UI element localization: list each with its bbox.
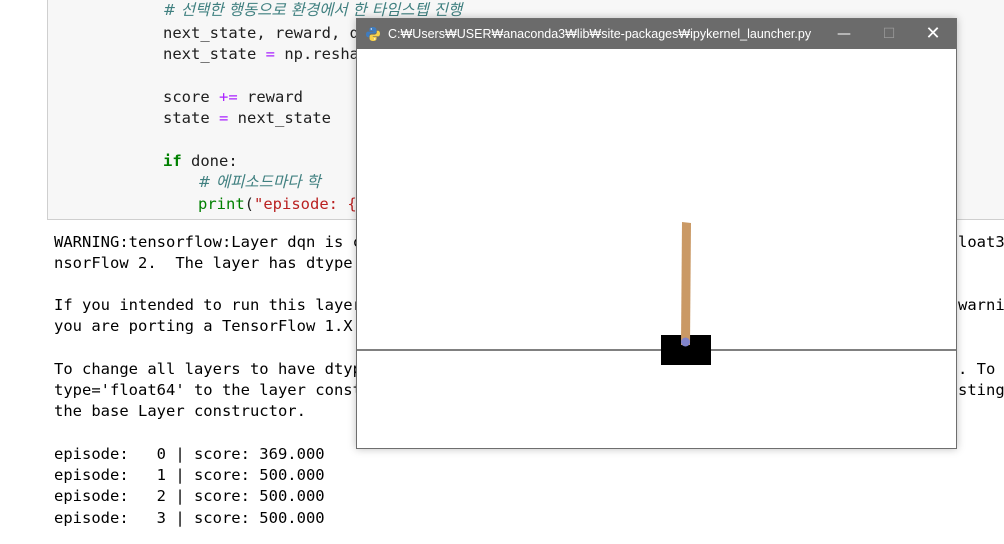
axle (681, 337, 690, 347)
warning-line: the base Layer constructor. (54, 402, 306, 420)
code-line-state: state = next_state (163, 108, 331, 129)
episode-line: episode: 0 | score: 369.000 (54, 445, 325, 463)
code-token: np.reshap (275, 45, 369, 63)
code-line-score: score += reward (163, 87, 303, 108)
warning-line-tail: loat32 (958, 233, 1004, 251)
code-operator: = (219, 109, 229, 127)
pole (681, 222, 691, 345)
close-button[interactable]: ✕ (910, 19, 956, 49)
code-operator: = (265, 45, 275, 63)
warning-line: nsorFlow 2. The layer has dtype f (54, 254, 372, 272)
code-line-if: if done: (163, 151, 238, 172)
episode-line: episode: 1 | score: 500.000 (54, 466, 325, 484)
code-keyword: if (163, 152, 182, 170)
code-token: next_state (228, 109, 331, 127)
code-line-reshape: next_state = np.reshap (163, 44, 368, 65)
warning-line: WARNING:tensorflow:Layer dqn is ca (54, 233, 372, 251)
warning-line: type='float64' to the layer constr (54, 381, 372, 399)
code-string: "episode: { (254, 195, 357, 213)
code-token: reward (237, 88, 303, 106)
window-title: C:₩Users₩USER₩anaconda3₩lib₩site-package… (388, 27, 812, 41)
episode-line: episode: 3 | score: 500.000 (54, 509, 325, 527)
code-token: state (163, 109, 219, 127)
warning-line-tail: sting (958, 381, 1004, 399)
code-operator: += (219, 88, 238, 106)
code-token: score (163, 88, 219, 106)
episode-line: episode: 2 | score: 500.000 (54, 487, 325, 505)
maximize-button[interactable]: ☐ (866, 19, 912, 49)
code-token: next_state (163, 45, 266, 63)
code-token: done: (181, 152, 238, 170)
maximize-icon: ☐ (882, 26, 896, 42)
comment-text: # 에피소드마다 학 (198, 173, 321, 191)
python-icon (366, 27, 380, 41)
close-icon: ✕ (925, 23, 941, 44)
warning-line-tail: . To c (958, 360, 996, 378)
code-line-print: print("episode: { (198, 194, 357, 215)
cartpole-render-window[interactable]: C:₩Users₩USER₩anaconda3₩lib₩site-package… (356, 18, 957, 449)
warning-line-tail: warnin (958, 296, 1004, 314)
warning-line: you are porting a TensorFlow 1.X m (54, 317, 372, 335)
warning-line: To change all layers to have dtype (54, 360, 372, 378)
warning-line: If you intended to run this layer (54, 296, 362, 314)
code-line-step: next_state, reward, do (163, 24, 369, 42)
comment-text: # 선택한 행동으로 환경에서 한 타임스텝 진행 (163, 1, 463, 19)
window-titlebar[interactable]: C:₩Users₩USER₩anaconda3₩lib₩site-package… (357, 19, 956, 49)
minimize-icon: — (837, 26, 851, 42)
code-token: ( (244, 195, 255, 213)
code-line-comment-2: # 에피소드마다 학 (198, 172, 321, 193)
code-builtin: print (198, 195, 245, 213)
cartpole-canvas (357, 222, 956, 365)
minimize-button[interactable]: — (821, 19, 867, 49)
